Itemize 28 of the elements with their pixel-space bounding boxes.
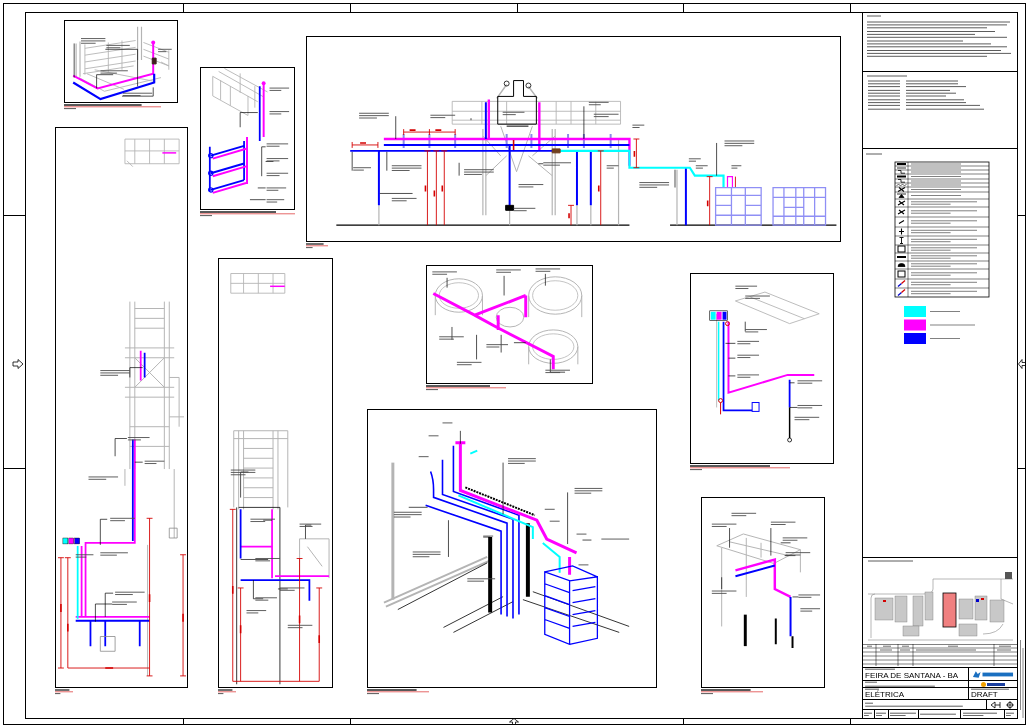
- box-symbol-icon: [897, 270, 906, 278]
- caption-drawing: [701, 689, 763, 695]
- fitting-symbol-icon: [897, 186, 906, 193]
- text-placeholder-drawing: [1006, 711, 1014, 717]
- centering-arrow-icon: [12, 359, 24, 369]
- status-text: DRAFT: [971, 690, 999, 699]
- text-placeholder-drawing: [963, 711, 997, 717]
- caption-drawing: [218, 689, 236, 695]
- text-placeholder-drawing: [890, 711, 916, 717]
- caption-drawing: [367, 689, 429, 695]
- caption-drawing: [55, 689, 73, 695]
- dome-symbol-icon: [897, 263, 906, 267]
- text-placeholder-drawing: [876, 711, 886, 717]
- clamp-symbol-icon: [899, 237, 904, 244]
- text-placeholder-drawing: [864, 711, 872, 717]
- slash-symbol-icon: [898, 219, 905, 225]
- caption-drawing: [306, 243, 328, 249]
- plug-symbol-icon: [898, 227, 905, 236]
- pipe-symbol-icon: [897, 279, 906, 288]
- discipline-text: ELÉTRICA: [865, 690, 906, 699]
- pipe-symbol-icon: [897, 288, 906, 297]
- box-symbol-icon: [897, 245, 906, 253]
- sun-logo-icon: [981, 681, 1005, 687]
- bar-symbol-icon: [897, 175, 906, 178]
- bird-logo-icon: [972, 669, 1014, 679]
- location-text: FEIRA DE SANTANA - BA: [865, 670, 960, 680]
- fitting-symbol-icon: [897, 209, 906, 215]
- fitting-symbol-icon: [897, 200, 906, 206]
